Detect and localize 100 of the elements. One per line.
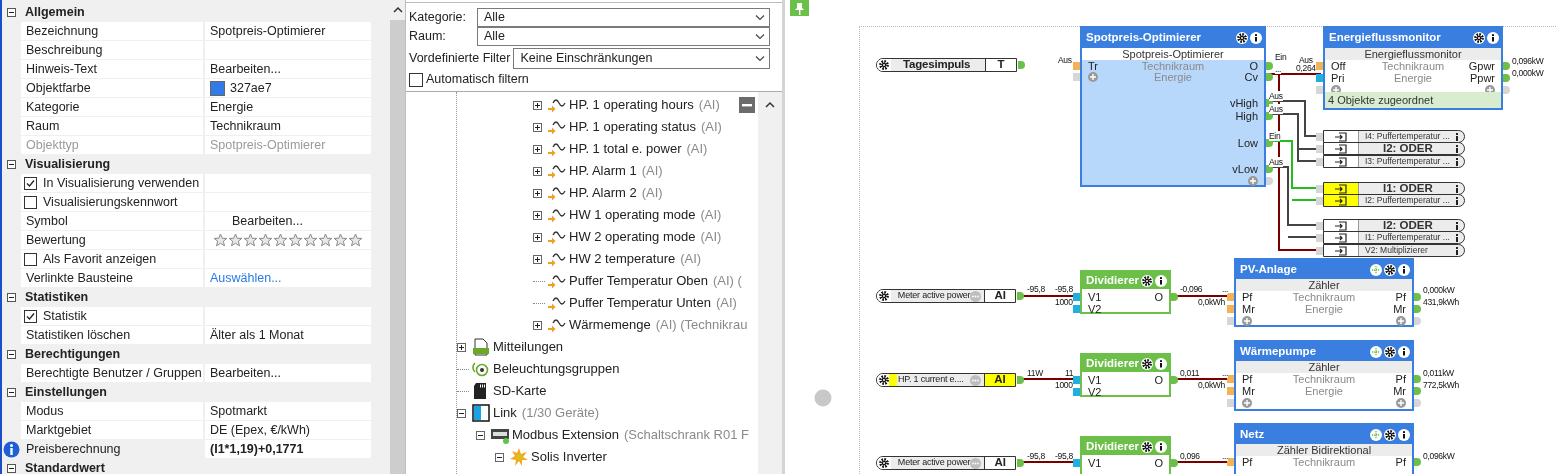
scroll-up-icon[interactable] xyxy=(391,5,404,15)
info-icon[interactable] xyxy=(1487,32,1499,44)
gear-icon[interactable] xyxy=(877,457,890,469)
input-pin[interactable] xyxy=(1316,234,1323,242)
gear-icon[interactable] xyxy=(1473,32,1485,44)
info-icon[interactable] xyxy=(1455,184,1459,193)
input-pin[interactable] xyxy=(1316,133,1323,141)
expand-icon[interactable] xyxy=(457,342,466,352)
expand-icon[interactable] xyxy=(533,188,542,198)
scroll-up-icon[interactable] xyxy=(763,100,776,110)
input-node[interactable]: Meter active power AI xyxy=(876,289,1016,303)
tree-item[interactable]: Wärmemenge xyxy=(569,315,651,335)
gear-icon[interactable] xyxy=(1384,263,1396,276)
function-block[interactable]: Wärmepumpe Zähler Pf Technikraum Pf Mr Energie Mr xyxy=(1234,340,1414,411)
input-pin[interactable] xyxy=(1316,222,1323,230)
star-icon[interactable] xyxy=(228,233,243,247)
add-icon[interactable] xyxy=(1088,72,1098,82)
function-block[interactable]: PV-Anlage Zähler Pf Technikraum Pf Mr Energie Mr xyxy=(1234,258,1414,327)
expand-icon[interactable] xyxy=(533,320,542,330)
checkbox[interactable] xyxy=(24,176,37,190)
move-icon[interactable] xyxy=(1370,345,1382,358)
add-icon[interactable] xyxy=(1248,176,1258,186)
ellipsis-icon[interactable] xyxy=(970,457,982,469)
checkbox[interactable] xyxy=(24,252,37,266)
function-block[interactable]: Netz Zähler Bidirektional Pf Technikraum Pf xyxy=(1234,423,1414,474)
tree-item[interactable]: HW 2 temperature xyxy=(569,249,676,269)
pin-icon[interactable] xyxy=(790,0,809,16)
collapse-button[interactable] xyxy=(738,97,755,113)
input-pin[interactable] xyxy=(1073,376,1080,384)
tree-item[interactable]: Solis Inverter xyxy=(531,447,607,467)
function-block[interactable]: Dividierer V1 O V2 xyxy=(1080,353,1171,397)
tree-item[interactable]: Beleuchtungsgruppen xyxy=(493,359,620,379)
info-icon[interactable] xyxy=(1155,440,1167,453)
input-pin[interactable] xyxy=(1316,185,1323,193)
input-node[interactable]: HP. 1 current e.... AI xyxy=(876,373,1016,387)
gear-icon[interactable] xyxy=(1384,428,1396,441)
input-pin[interactable] xyxy=(1316,158,1323,166)
info-icon[interactable] xyxy=(1455,246,1459,255)
tree-item[interactable]: Link xyxy=(493,403,517,423)
expand-icon[interactable] xyxy=(533,210,542,220)
collapse-icon[interactable] xyxy=(495,452,504,462)
info-icon[interactable] xyxy=(1398,345,1410,358)
collapse-icon[interactable] xyxy=(7,388,16,397)
info-icon[interactable] xyxy=(1398,263,1410,276)
input-pin[interactable] xyxy=(1316,197,1323,205)
tree-item[interactable]: HW 2 operating mode xyxy=(569,227,696,247)
tree-item[interactable]: HP. Alarm 1 xyxy=(569,161,637,181)
collapse-icon[interactable] xyxy=(7,8,16,17)
expand-icon[interactable] xyxy=(533,144,542,154)
ellipsis-icon[interactable] xyxy=(970,374,981,386)
collapse-icon[interactable] xyxy=(476,430,485,440)
star-icon[interactable] xyxy=(318,233,333,247)
info-icon[interactable] xyxy=(1398,428,1410,441)
input-pin[interactable] xyxy=(1316,145,1323,153)
category-select[interactable]: Alle xyxy=(477,8,770,27)
reference-node[interactable]: V2: Multiplizierer xyxy=(1323,244,1465,257)
checkbox[interactable] xyxy=(24,195,37,209)
input-pin[interactable] xyxy=(1227,387,1234,395)
star-icon[interactable] xyxy=(288,233,303,247)
collapse-icon[interactable] xyxy=(457,408,466,418)
info-icon[interactable] xyxy=(1455,221,1459,230)
input-node[interactable]: Meter active power AI xyxy=(876,456,1016,470)
input-node[interactable]: Tagesimpuls T xyxy=(876,58,1017,72)
gear-icon[interactable] xyxy=(1384,345,1396,358)
function-block[interactable]: Dividierer V1 O V2 xyxy=(1080,270,1171,314)
star-icon[interactable] xyxy=(333,233,348,247)
add-icon[interactable] xyxy=(1396,316,1406,326)
function-block[interactable]: Energieflussmonitor Energieflussmonitor Off Technikraum Gpwr Pri Energie Ppwr 4 Objekte zugeordnet xyxy=(1323,26,1503,110)
star-icon[interactable] xyxy=(348,233,363,247)
info-icon[interactable] xyxy=(1455,196,1459,205)
collapse-icon[interactable] xyxy=(7,464,16,473)
tree-item[interactable]: Modbus Extension xyxy=(512,425,619,445)
gear-icon[interactable] xyxy=(1141,357,1153,370)
info-icon[interactable] xyxy=(1250,32,1262,44)
input-pin[interactable] xyxy=(1227,375,1234,383)
info-icon[interactable] xyxy=(1455,132,1459,141)
gear-icon[interactable] xyxy=(878,374,890,386)
collapse-icon[interactable] xyxy=(7,293,16,302)
star-icon[interactable] xyxy=(303,233,318,247)
room-select[interactable]: Alle xyxy=(477,27,770,46)
tree-item[interactable]: HP. 1 operating hours xyxy=(569,95,694,115)
input-pin[interactable] xyxy=(1073,62,1080,70)
expand-icon[interactable] xyxy=(533,100,542,110)
reference-node[interactable]: I1: Puffertemperatur ... xyxy=(1323,231,1465,244)
checkbox[interactable] xyxy=(24,309,37,323)
add-icon[interactable] xyxy=(1396,398,1406,408)
star-icon[interactable] xyxy=(273,233,288,247)
expand-icon[interactable] xyxy=(533,122,542,132)
tree-item[interactable]: SD-Karte xyxy=(493,381,547,401)
function-block[interactable]: Spotpreis-Optimierer Spotpreis-Optimierer Tr Technikraum O Energie Cv vHigh High Low vLow xyxy=(1080,26,1266,187)
add-icon[interactable] xyxy=(1242,316,1252,326)
info-icon[interactable] xyxy=(1155,357,1167,370)
reference-node[interactable]: I2: Puffertemperatur ... xyxy=(1323,194,1465,207)
info-icon[interactable] xyxy=(1455,233,1459,242)
round-handle[interactable] xyxy=(814,389,832,407)
tree-item[interactable]: Mitteilungen xyxy=(493,337,564,357)
add-icon[interactable] xyxy=(1242,398,1252,408)
input-pin[interactable] xyxy=(1073,388,1080,396)
expand-icon[interactable] xyxy=(533,166,542,176)
gear-icon[interactable] xyxy=(878,59,890,71)
